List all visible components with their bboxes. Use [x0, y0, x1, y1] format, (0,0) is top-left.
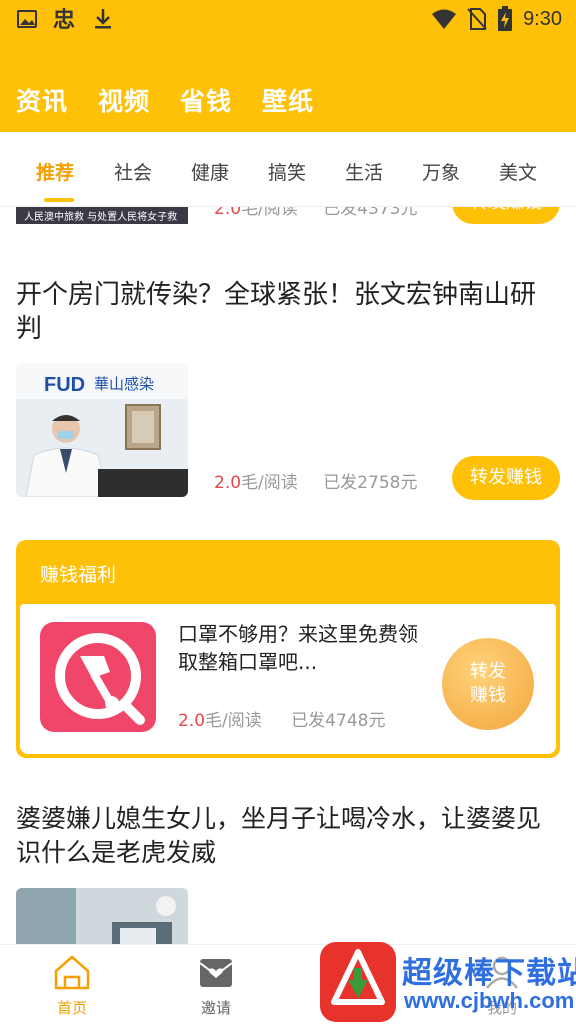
rate-unit: 毛/阅读: [205, 711, 262, 731]
share-earn-button[interactable]: 转发赚钱: [452, 456, 560, 500]
status-bar: 忠 9:30: [0, 0, 576, 42]
category-life[interactable]: 生活: [345, 158, 383, 185]
thumbnail-caption: 人民澳中旅救 与处置人民将女子救: [24, 212, 178, 223]
category-society[interactable]: 社会: [114, 158, 152, 185]
category-recommend[interactable]: 推荐: [36, 158, 74, 185]
welfare-share-button[interactable]: 转发赚钱: [442, 638, 534, 730]
image-icon: [17, 10, 37, 28]
rate-value: 2.0: [178, 711, 206, 731]
nav-home[interactable]: 首页: [32, 953, 112, 1018]
welfare-share-label: 转发赚钱: [470, 661, 506, 706]
promo-app-icon[interactable]: [40, 622, 156, 732]
main-header: 资讯 视频 省钱 壁纸: [0, 42, 576, 132]
invite-icon: [199, 959, 233, 987]
home-icon: [54, 955, 90, 990]
tab-wallpaper[interactable]: 壁纸: [262, 82, 314, 118]
nav-invite[interactable]: 邀请: [176, 953, 256, 1018]
welfare-body: 口罩不够用？来这里免费领取整箱口罩吧... 2.0毛/阅读 已发4748元 转发…: [20, 604, 556, 754]
article-title[interactable]: 婆婆嫌儿媳生女儿，坐月子让喝冷水，让婆婆见识什么是老虎发威: [16, 802, 556, 870]
watermark-title: 超级棒下载站: [402, 956, 576, 991]
earn-welfare-card[interactable]: 赚钱福利 口罩不够用？来这里免费领取整箱口罩吧... 2.0毛/阅读 已发474…: [16, 540, 560, 758]
site-watermark: 超级棒下载站 www.cjbwh.com: [318, 940, 576, 1024]
status-left-icons: 忠: [16, 6, 114, 32]
nav-invite-label: 邀请: [200, 999, 231, 1017]
thumbnail-logo: FUD: [44, 374, 85, 396]
wifi-icon: [432, 9, 457, 29]
rate-value: 2.0: [214, 473, 242, 493]
article-title[interactable]: 开个房门就传染？全球紧张！张文宏钟南山研判: [16, 278, 556, 346]
status-time: 9:30: [523, 7, 562, 30]
category-bar: 推荐 社会 健康 搞笑 生活 万象 美文: [0, 132, 576, 207]
tab-news[interactable]: 资讯: [16, 82, 68, 118]
nav-home-label: 首页: [56, 999, 87, 1017]
category-active-indicator: [44, 198, 74, 202]
main-tabs: 资讯 视频 省钱 壁纸: [16, 82, 314, 118]
published-amount: 已发2758元: [323, 473, 418, 493]
battery-charging-icon: [498, 6, 513, 31]
article-thumbnail[interactable]: FUD 華山感染: [16, 363, 188, 497]
doctor-photo-image: FUD 華山感染: [16, 363, 188, 497]
rate-unit: 毛/阅读: [241, 473, 298, 493]
published-amount: 已发4748元: [291, 711, 386, 731]
welfare-description: 口罩不够用？来这里免费领取整箱口罩吧...: [178, 622, 418, 674]
download-icon: [95, 9, 111, 29]
bedroom-photo-image: [16, 888, 188, 944]
watermark-logo-icon: [320, 942, 396, 1022]
category-funny[interactable]: 搞笑: [268, 158, 306, 185]
thumbnail-text: 華山感染: [94, 375, 154, 393]
category-prose[interactable]: 美文: [499, 158, 537, 185]
tab-save-money[interactable]: 省钱: [180, 82, 232, 118]
no-sim-icon: [467, 8, 487, 30]
tab-video[interactable]: 视频: [98, 82, 150, 118]
feed[interactable]: 人民澳中旅救 与处置人民将女子救 2.0毛/阅读 已发4373元 转发赚钱 开个…: [0, 180, 576, 944]
axe-logo-icon: [55, 633, 145, 725]
app-logo-icon: 忠: [53, 8, 75, 32]
svg-text:忠: 忠: [53, 8, 75, 32]
welfare-title: 赚钱福利: [40, 564, 117, 586]
category-panorama[interactable]: 万象: [422, 158, 460, 185]
status-right-icons: 9:30: [431, 6, 562, 32]
watermark-url: www.cjbwh.com: [404, 988, 575, 1013]
welfare-stats: 2.0毛/阅读 已发4748元: [178, 706, 385, 731]
category-health[interactable]: 健康: [191, 158, 229, 185]
article-stats: 2.0毛/阅读 已发2758元: [214, 468, 417, 493]
article-thumbnail[interactable]: [16, 888, 188, 944]
